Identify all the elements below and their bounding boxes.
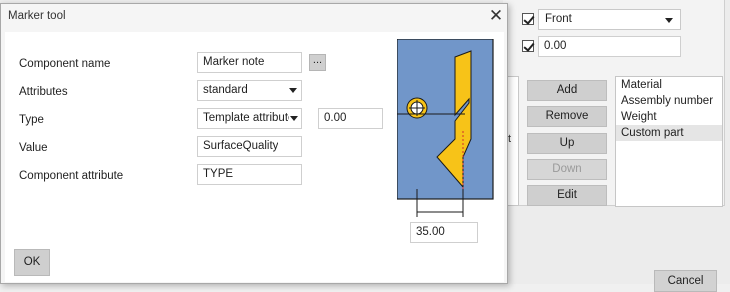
- preview-dimension-value: 35.00: [416, 226, 445, 238]
- chevron-down-icon: [289, 88, 297, 93]
- list-item[interactable]: Weight: [616, 109, 722, 125]
- cancel-button[interactable]: Cancel: [654, 270, 717, 292]
- up-button[interactable]: Up: [527, 133, 607, 154]
- component-attribute-field[interactable]: TYPE: [197, 164, 302, 185]
- edit-button[interactable]: Edit: [527, 185, 607, 206]
- value-label: Value: [19, 142, 48, 154]
- offset-input-value: 0.00: [544, 40, 567, 52]
- selected-attributes-list[interactable]: Material Assembly number Weight Custom p…: [615, 76, 723, 207]
- type-value: Template attribute: [203, 112, 289, 124]
- dialog-title: Marker tool: [8, 10, 66, 22]
- chevron-down-icon: [290, 116, 298, 121]
- attributes-label: Attributes: [19, 86, 68, 98]
- view-dropdown[interactable]: Front: [538, 9, 681, 30]
- marker-tool-dialog: Marker tool ✕ Component name Marker note…: [0, 3, 508, 284]
- value-field[interactable]: SurfaceQuality: [197, 136, 302, 157]
- down-button[interactable]: Down: [527, 159, 607, 180]
- offset-input[interactable]: 0.00: [538, 36, 681, 57]
- component-attribute-label: Component attribute: [19, 170, 124, 182]
- type-offset-field[interactable]: 0.00: [318, 108, 383, 129]
- component-name-label: Component name: [19, 58, 111, 70]
- add-button[interactable]: Add: [527, 80, 607, 101]
- preview-dimension-field[interactable]: 35.00: [410, 222, 478, 243]
- list-item[interactable]: Material: [616, 77, 722, 93]
- component-attribute-value: TYPE: [203, 168, 234, 180]
- attributes-dropdown[interactable]: standard: [197, 80, 302, 101]
- type-label: Type: [19, 114, 44, 126]
- component-name-field[interactable]: Marker note: [197, 52, 302, 73]
- marker-preview-image: [397, 39, 494, 217]
- view-dropdown-value: Front: [545, 13, 572, 25]
- ok-button[interactable]: OK: [14, 249, 50, 276]
- dialog-content: Component name Marker note ... Attribute…: [5, 32, 504, 282]
- attributes-value: standard: [203, 84, 248, 96]
- list-item[interactable]: Assembly number: [616, 93, 722, 109]
- remove-button[interactable]: Remove: [527, 106, 607, 127]
- close-icon[interactable]: ✕: [486, 6, 506, 26]
- browse-button[interactable]: ...: [309, 54, 326, 71]
- offset-checkbox[interactable]: [522, 40, 534, 52]
- dialog-titlebar[interactable]: Marker tool ✕: [1, 4, 507, 30]
- front-checkbox[interactable]: [522, 13, 534, 25]
- chevron-down-icon: [665, 18, 673, 23]
- list-item-selected[interactable]: Custom part: [616, 125, 722, 141]
- background-list-text: t: [508, 133, 512, 145]
- value-field-value: SurfaceQuality: [203, 140, 279, 152]
- type-offset-value: 0.00: [324, 112, 347, 124]
- type-dropdown[interactable]: Template attribute: [197, 108, 302, 129]
- component-name-value: Marker note: [203, 56, 265, 68]
